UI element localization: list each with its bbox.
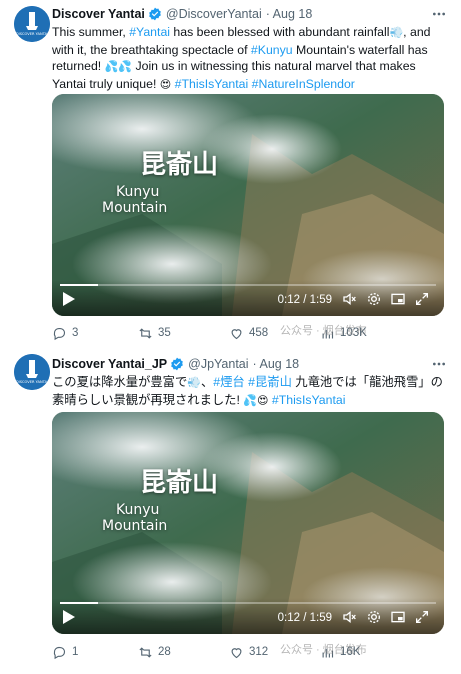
tweet-text: この夏は降水量が豊富で💨、#煙台 #昆嵛山 九竜池では「龍池飛雪」の素晴らしい景… bbox=[52, 374, 447, 409]
video-controls: 0:12 / 1:59 bbox=[52, 598, 444, 634]
author-handle[interactable]: @JpYantai bbox=[188, 357, 248, 371]
video-controls: 0:12 / 1:59 bbox=[52, 280, 444, 316]
avatar[interactable]: DISCOVER YANTAI bbox=[14, 6, 50, 42]
reply-count: 3 bbox=[72, 327, 79, 339]
pip-icon[interactable] bbox=[390, 609, 406, 625]
progress-fill bbox=[60, 284, 98, 286]
video-title-en: Kunyu Mountain bbox=[102, 502, 167, 534]
tweet-date[interactable]: · Aug 18 bbox=[253, 357, 300, 371]
tweet-actions: 3 35 458 103K bbox=[52, 324, 447, 342]
hashtag-link[interactable]: #Yantai bbox=[129, 25, 170, 39]
video-title-en-line1: Kunyu bbox=[116, 502, 160, 518]
settings-icon[interactable] bbox=[366, 291, 382, 307]
progress-bar[interactable] bbox=[60, 284, 436, 286]
like-count: 458 bbox=[249, 327, 269, 339]
text-segment: has been blessed with abundant rainfall bbox=[170, 25, 390, 39]
more-icon[interactable] bbox=[431, 356, 447, 372]
svg-text:DISCOVER YANTAI: DISCOVER YANTAI bbox=[16, 380, 48, 384]
text-segment: This summer, bbox=[52, 25, 130, 39]
video-title-cn: 昆嵛山 bbox=[140, 150, 219, 180]
retweet-count: 28 bbox=[158, 646, 171, 658]
video-title-cn: 昆嵛山 bbox=[140, 468, 219, 498]
tweet-1[interactable]: DISCOVER YANTAI Discover Yantai @Discove… bbox=[0, 0, 461, 345]
hashtag-link[interactable]: #ThisIsYantai bbox=[268, 393, 346, 407]
emoji: 💦😍 bbox=[243, 393, 269, 407]
tweet-header: Discover Yantai @DiscoverYantai · Aug 18 bbox=[52, 4, 312, 24]
more-icon[interactable] bbox=[431, 6, 447, 22]
play-icon[interactable] bbox=[62, 291, 76, 307]
emoji: 💦💦 bbox=[104, 60, 133, 73]
tweet-header: Discover Yantai_JP @JpYantai · Aug 18 bbox=[52, 354, 299, 374]
reply-icon bbox=[53, 327, 66, 340]
tweet-actions: 1 28 312 16K bbox=[52, 643, 447, 661]
hashtag-link[interactable]: #Kunyu bbox=[251, 43, 293, 57]
like-button[interactable]: 458 bbox=[229, 324, 268, 342]
text-segment: この夏は降水量が豊富で bbox=[52, 375, 188, 389]
hashtag-link[interactable]: #煙台 #昆嵛山 bbox=[213, 375, 292, 389]
like-icon bbox=[231, 647, 242, 658]
tweet-date[interactable]: · Aug 18 bbox=[266, 7, 313, 21]
author-name[interactable]: Discover Yantai_JP bbox=[52, 357, 167, 371]
pip-icon[interactable] bbox=[390, 291, 406, 307]
retweet-button[interactable]: 35 bbox=[138, 324, 171, 342]
volume-icon[interactable] bbox=[342, 291, 358, 307]
reply-icon bbox=[53, 646, 66, 659]
tweet-text: This summer, #Yantai has been blessed wi… bbox=[52, 24, 447, 93]
emoji: 💨 bbox=[389, 26, 404, 39]
emoji: 💨 bbox=[187, 376, 201, 389]
video-title-en-line1: Kunyu bbox=[116, 184, 160, 200]
author-name[interactable]: Discover Yantai bbox=[52, 7, 145, 21]
video-player[interactable]: 昆嵛山 Kunyu Mountain 0:12 / 1:59 bbox=[52, 94, 444, 316]
play-icon[interactable] bbox=[62, 609, 76, 625]
svg-text:DISCOVER YANTAI: DISCOVER YANTAI bbox=[16, 32, 48, 36]
like-button[interactable]: 312 bbox=[229, 643, 268, 661]
watermark: 公众号 · 烟台发布 bbox=[280, 325, 367, 337]
emoji: 😍 bbox=[159, 77, 172, 91]
settings-icon[interactable] bbox=[366, 609, 382, 625]
video-player[interactable]: 昆嵛山 Kunyu Mountain 0:12 / 1:59 bbox=[52, 412, 444, 634]
retweet-icon bbox=[139, 646, 152, 658]
volume-icon[interactable] bbox=[342, 609, 358, 625]
video-time: 0:12 / 1:59 bbox=[277, 294, 332, 306]
video-title-en-line2: Mountain bbox=[102, 200, 168, 216]
text-segment: 、 bbox=[200, 375, 214, 389]
reply-button[interactable]: 1 bbox=[52, 643, 78, 661]
reply-button[interactable]: 3 bbox=[52, 324, 78, 342]
verified-icon bbox=[149, 7, 161, 21]
reply-count: 1 bbox=[72, 646, 79, 658]
video-title-en-line2: Mountain bbox=[102, 518, 168, 534]
video-time: 0:12 / 1:59 bbox=[277, 612, 332, 624]
author-handle[interactable]: @DiscoverYantai bbox=[166, 7, 262, 21]
verified-icon bbox=[171, 357, 183, 371]
retweet-count: 35 bbox=[158, 327, 171, 339]
progress-fill bbox=[60, 602, 98, 604]
retweet-icon bbox=[139, 327, 152, 339]
like-count: 312 bbox=[249, 646, 269, 658]
progress-bar[interactable] bbox=[60, 602, 436, 604]
fullscreen-icon[interactable] bbox=[414, 609, 430, 625]
retweet-button[interactable]: 28 bbox=[138, 643, 171, 661]
tweet-2[interactable]: DISCOVER YANTAI Discover Yantai_JP @JpYa… bbox=[0, 352, 461, 674]
watermark: 公众号 · 烟台发布 bbox=[280, 644, 367, 656]
fullscreen-icon[interactable] bbox=[414, 291, 430, 307]
like-icon bbox=[231, 328, 242, 339]
hashtag-link[interactable]: #ThisIsYantai #NatureInSplendor bbox=[171, 77, 355, 91]
video-title-en: Kunyu Mountain bbox=[102, 184, 167, 216]
avatar[interactable]: DISCOVER YANTAI bbox=[14, 354, 50, 390]
